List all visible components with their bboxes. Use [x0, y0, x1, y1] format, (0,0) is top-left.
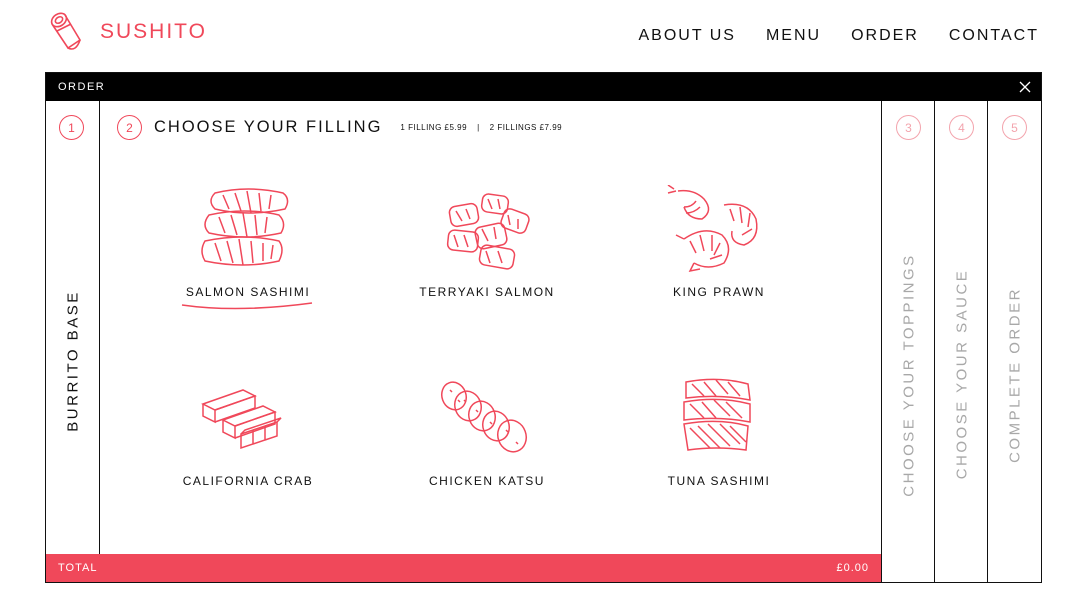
- king-prawn-icon: [667, 185, 758, 273]
- price-two-fillings: 2 FILLINGS £7.99: [489, 123, 563, 132]
- pricing-info: 1 FILLING £5.99 | 2 FILLINGS £7.99: [400, 123, 562, 132]
- filling-king-prawn[interactable]: KING PRAWN: [619, 185, 819, 299]
- salmon-sashimi-icon: [201, 188, 289, 266]
- order-title-bar: ORDER: [46, 73, 1041, 101]
- sushi-roll-icon: [50, 12, 82, 50]
- logo[interactable]: SUSHITO: [46, 10, 207, 54]
- filling-chicken-katsu[interactable]: CHICKEN KATSU: [387, 374, 587, 488]
- step-number-5: 5: [1002, 115, 1027, 140]
- filling-label: SALMON SASHIMI: [185, 285, 311, 299]
- chicken-katsu-icon: [440, 381, 527, 453]
- filling-california-crab[interactable]: CALIFORNIA CRAB: [148, 374, 348, 488]
- step-number-4: 4: [949, 115, 974, 140]
- close-icon: [1019, 81, 1031, 93]
- filling-label: CALIFORNIA CRAB: [182, 474, 314, 488]
- nav-menu[interactable]: MENU: [766, 27, 821, 45]
- nav-about-us[interactable]: ABOUT US: [638, 27, 736, 45]
- step-label-complete: COMPLETE ORDER: [1006, 287, 1024, 463]
- tuna-sashimi-icon: [683, 378, 751, 451]
- filling-label: TUNA SASHIMI: [667, 474, 771, 488]
- close-button[interactable]: [1017, 79, 1033, 95]
- step-choose-sauce[interactable]: 4 CHOOSE YOUR SAUCE: [934, 101, 988, 582]
- crab-sticks-icon: [201, 389, 282, 450]
- step-header: 2 CHOOSE YOUR FILLING 1 FILLING £5.99 | …: [117, 115, 562, 140]
- nav-order[interactable]: ORDER: [851, 27, 919, 45]
- price-separator: |: [477, 123, 480, 132]
- step-choose-filling: 2 CHOOSE YOUR FILLING 1 FILLING £5.99 | …: [100, 101, 881, 554]
- order-title: ORDER: [58, 81, 106, 93]
- step-number-3: 3: [896, 115, 921, 140]
- nav-contact[interactable]: CONTACT: [949, 27, 1039, 45]
- filling-tuna-sashimi[interactable]: TUNA SASHIMI: [619, 374, 819, 488]
- step-number-1: 1: [59, 115, 84, 140]
- total-value: £0.00: [836, 562, 869, 574]
- step-number-2: 2: [117, 115, 142, 140]
- step-complete-order[interactable]: 5 COMPLETE ORDER: [987, 101, 1041, 582]
- filling-label: TERRYAKI SALMON: [419, 285, 555, 299]
- step-title: CHOOSE YOUR FILLING: [154, 118, 383, 136]
- filling-salmon-sashimi[interactable]: SALMON SASHIMI: [148, 185, 348, 311]
- step-choose-toppings[interactable]: 3 CHOOSE YOUR TOPPINGS: [881, 101, 935, 582]
- step-label-toppings: CHOOSE YOUR TOPPINGS: [900, 253, 918, 497]
- filling-label: CHICKEN KATSU: [429, 474, 545, 488]
- brand-name: SUSHITO: [100, 20, 207, 43]
- step-burrito-base[interactable]: 1 BURRITO BASE: [46, 101, 100, 554]
- selected-underline: [181, 302, 313, 310]
- step-label-burrito-base: BURRITO BASE: [64, 290, 82, 432]
- price-one-filling: 1 FILLING £5.99: [400, 123, 468, 132]
- main-nav: ABOUT US MENU ORDER CONTACT: [638, 27, 1039, 45]
- step-label-sauce: CHOOSE YOUR SAUCE: [953, 268, 971, 480]
- teriyaki-salmon-icon: [446, 193, 530, 270]
- filling-teriyaki-salmon[interactable]: TERRYAKI SALMON: [387, 185, 587, 299]
- total-bar: TOTAL £0.00: [46, 554, 881, 582]
- filling-label: KING PRAWN: [673, 285, 765, 299]
- order-panel: ORDER 1 BURRITO BASE 2 CHOOSE YOUR FILLI…: [45, 72, 1042, 583]
- total-label: TOTAL: [58, 562, 98, 574]
